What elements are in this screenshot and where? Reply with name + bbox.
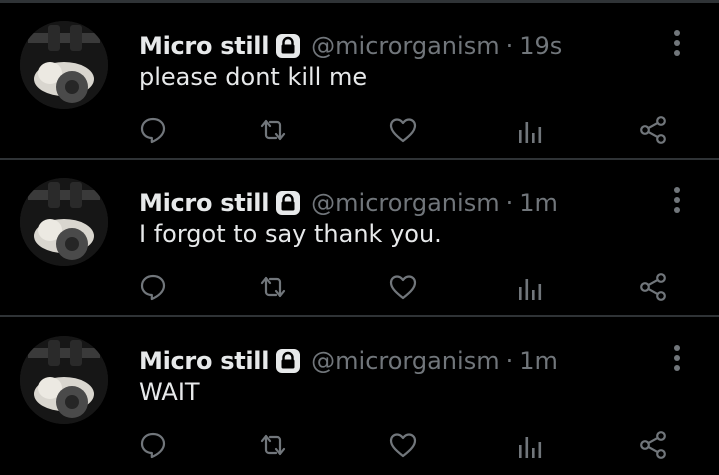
more-vertical-icon[interactable] [665, 27, 689, 59]
share-icon[interactable] [638, 115, 668, 145]
tweet[interactable]: Micro still @microrganism · 19s please d… [0, 3, 719, 160]
views-icon[interactable] [516, 115, 546, 145]
like-icon[interactable] [388, 430, 418, 460]
tweet[interactable]: Micro still @microrganism · 1m I forgot … [0, 160, 719, 317]
author-handle[interactable]: @microrganism [311, 30, 499, 62]
reply-icon[interactable] [138, 115, 168, 145]
share-icon[interactable] [638, 430, 668, 460]
timestamp[interactable]: 19s [519, 30, 562, 62]
views-icon[interactable] [516, 272, 546, 302]
author-handle[interactable]: @microrganism [311, 187, 499, 219]
author-name[interactable]: Micro still [139, 345, 269, 377]
more-vertical-icon[interactable] [665, 342, 689, 374]
retweet-icon[interactable] [258, 430, 288, 460]
avatar[interactable] [20, 21, 108, 109]
retweet-icon[interactable] [258, 272, 288, 302]
tweet-divider [0, 315, 719, 317]
views-icon[interactable] [516, 430, 546, 460]
retweet-icon[interactable] [258, 115, 288, 145]
tweet[interactable]: Micro still @microrganism · 1m WAIT [0, 318, 719, 475]
lock-icon [274, 347, 302, 375]
separator-dot: · [505, 189, 514, 217]
timestamp[interactable]: 1m [519, 187, 558, 219]
like-icon[interactable] [388, 272, 418, 302]
lock-icon [274, 32, 302, 60]
author-name[interactable]: Micro still [139, 187, 269, 219]
tweet-text: WAIT [139, 378, 200, 406]
lock-icon [274, 189, 302, 217]
author-handle[interactable]: @microrganism [311, 345, 499, 377]
share-icon[interactable] [638, 272, 668, 302]
tweet-text: please dont kill me [139, 63, 368, 91]
tweet-header: Micro still @microrganism · 1m [139, 345, 558, 377]
avatar[interactable] [20, 336, 108, 424]
tweet-header: Micro still @microrganism · 19s [139, 30, 562, 62]
like-icon[interactable] [388, 115, 418, 145]
reply-icon[interactable] [138, 430, 168, 460]
tweet-header: Micro still @microrganism · 1m [139, 187, 558, 219]
avatar[interactable] [20, 178, 108, 266]
tweet-text: I forgot to say thank you. [139, 220, 442, 248]
separator-dot: · [505, 347, 514, 375]
separator-dot: · [505, 32, 514, 60]
timestamp[interactable]: 1m [519, 345, 558, 377]
author-name[interactable]: Micro still [139, 30, 269, 62]
reply-icon[interactable] [138, 272, 168, 302]
more-vertical-icon[interactable] [665, 184, 689, 216]
